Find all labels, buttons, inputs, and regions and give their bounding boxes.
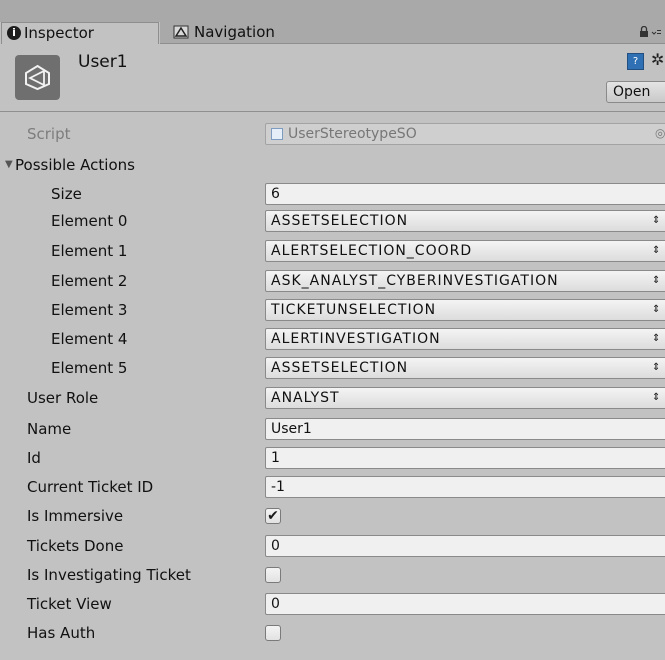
tickets-done-field[interactable]: 0	[265, 535, 665, 557]
info-icon: i	[7, 26, 21, 40]
element-5-label: Element 5	[51, 359, 128, 377]
tab-label: Inspector	[24, 24, 94, 42]
is-investigating-ticket-row: Is Investigating Ticket	[0, 564, 665, 588]
dropdown-arrow-icon: ⇕	[652, 392, 661, 403]
dropdown-value: ASSETSELECTION	[271, 213, 409, 229]
top-strip	[0, 0, 665, 22]
navigation-icon	[173, 25, 189, 39]
gear-icon[interactable]: ✲	[651, 50, 664, 69]
is-immersive-row: Is Immersive ✔	[0, 505, 665, 529]
name-row: Name User1	[0, 418, 665, 442]
possible-actions-label: Possible Actions	[15, 156, 135, 174]
id-row: Id 1	[0, 447, 665, 471]
element-5-row: Element 5 ASSETSELECTION ⇕	[0, 357, 665, 381]
has-auth-row: Has Auth	[0, 622, 665, 646]
name-field[interactable]: User1	[265, 418, 665, 440]
dropdown-value: ALERTINVESTIGATION	[271, 331, 441, 347]
current-ticket-id-row: Current Ticket ID -1	[0, 476, 665, 500]
dropdown-value: ANALYST	[271, 390, 340, 406]
script-value: UserStereotypeSO	[288, 126, 417, 142]
user-role-label: User Role	[27, 389, 99, 407]
dropdown-arrow-icon: ⇕	[652, 362, 661, 373]
is-investigating-ticket-checkbox[interactable]	[265, 567, 281, 583]
element-0-label: Element 0	[51, 212, 128, 230]
object-title: User1	[78, 52, 128, 72]
ticket-view-field[interactable]: 0	[265, 593, 665, 615]
element-4-row: Element 4 ALERTINVESTIGATION ⇕	[0, 328, 665, 352]
element-3-row: Element 3 TICKETUNSELECTION ⇕	[0, 299, 665, 323]
element-1-label: Element 1	[51, 242, 128, 260]
element-1-row: Element 1 ALERTSELECTION_COORD ⇕	[0, 240, 665, 264]
current-ticket-id-label: Current Ticket ID	[27, 478, 154, 496]
script-file-icon	[271, 128, 283, 140]
element-3-label: Element 3	[51, 301, 128, 319]
script-label: Script	[27, 125, 71, 143]
dropdown-arrow-icon: ⇕	[652, 304, 661, 315]
size-field[interactable]: 6	[265, 183, 665, 205]
is-investigating-ticket-label: Is Investigating Ticket	[27, 566, 191, 584]
element-2-dropdown[interactable]: ASK_ANALYST_CYBERINVESTIGATION ⇕	[265, 270, 665, 292]
dropdown-value: ALERTSELECTION_COORD	[271, 243, 473, 259]
element-4-dropdown[interactable]: ALERTINVESTIGATION ⇕	[265, 328, 665, 350]
dropdown-arrow-icon: ⇕	[652, 215, 661, 226]
is-immersive-checkbox[interactable]: ✔	[265, 508, 281, 524]
tab-inspector[interactable]: i Inspector	[1, 22, 159, 44]
tab-navigation[interactable]: Navigation	[160, 22, 665, 44]
size-row: Size 6	[0, 183, 665, 207]
user-role-dropdown[interactable]: ANALYST ⇕	[265, 387, 665, 409]
id-field[interactable]: 1	[265, 447, 665, 469]
dropdown-value: ASSETSELECTION	[271, 360, 409, 376]
ticket-view-row: Ticket View 0	[0, 593, 665, 617]
script-field[interactable]: UserStereotypeSO	[265, 123, 665, 145]
is-immersive-label: Is Immersive	[27, 507, 124, 525]
user-role-row: User Role ANALYST ⇕	[0, 387, 665, 411]
element-2-label: Element 2	[51, 272, 128, 290]
tab-label: Navigation	[194, 23, 275, 41]
dropdown-value: TICKETUNSELECTION	[271, 302, 437, 318]
open-button[interactable]: Open	[606, 81, 665, 103]
element-0-dropdown[interactable]: ASSETSELECTION ⇕	[265, 210, 665, 232]
element-5-dropdown[interactable]: ASSETSELECTION ⇕	[265, 357, 665, 379]
name-label: Name	[27, 420, 72, 438]
has-auth-label: Has Auth	[27, 624, 96, 642]
element-4-label: Element 4	[51, 330, 128, 348]
element-0-row: Element 0 ASSETSELECTION ⇕	[0, 210, 665, 234]
dropdown-arrow-icon: ⇕	[652, 275, 661, 286]
dropdown-arrow-icon: ⇕	[652, 245, 661, 256]
object-picker-icon[interactable]: ◎	[655, 126, 665, 140]
possible-actions-foldout[interactable]: ▼ Possible Actions	[0, 154, 665, 178]
lock-icon[interactable]	[639, 25, 661, 41]
element-3-dropdown[interactable]: TICKETUNSELECTION ⇕	[265, 299, 665, 321]
dropdown-value: ASK_ANALYST_CYBERINVESTIGATION	[271, 273, 559, 289]
current-ticket-id-field[interactable]: -1	[265, 476, 665, 498]
has-auth-checkbox[interactable]	[265, 625, 281, 641]
script-row: Script UserStereotypeSO ◎	[0, 123, 665, 147]
scriptable-object-icon	[15, 55, 60, 100]
element-1-dropdown[interactable]: ALERTSELECTION_COORD ⇕	[265, 240, 665, 262]
ticket-view-label: Ticket View	[27, 595, 112, 613]
help-book-icon[interactable]: ?	[627, 53, 644, 70]
foldout-arrow-icon[interactable]: ▼	[5, 159, 13, 170]
element-2-row: Element 2 ASK_ANALYST_CYBERINVESTIGATION…	[0, 270, 665, 294]
size-label: Size	[51, 185, 82, 203]
divider	[0, 111, 665, 112]
dropdown-arrow-icon: ⇕	[652, 333, 661, 344]
tickets-done-label: Tickets Done	[27, 537, 124, 555]
tickets-done-row: Tickets Done 0	[0, 535, 665, 559]
id-label: Id	[27, 449, 41, 467]
